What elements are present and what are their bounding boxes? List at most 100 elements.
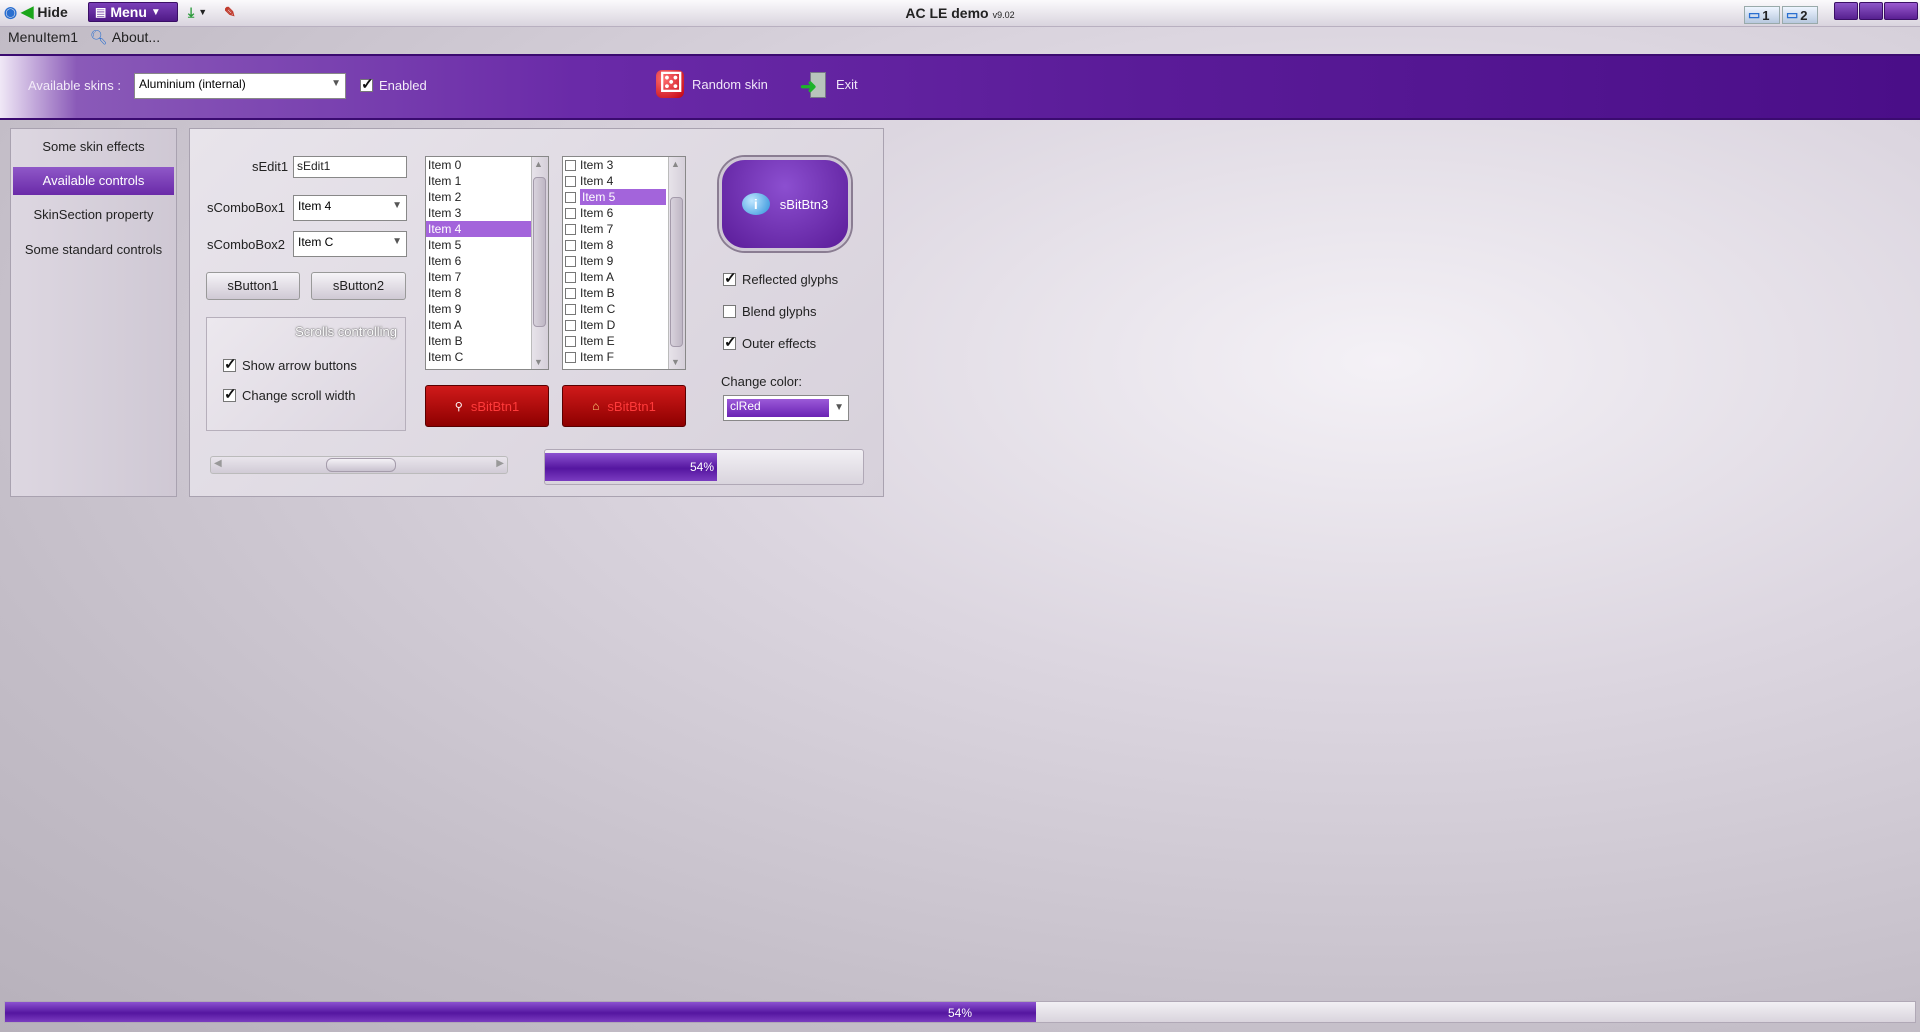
list-item[interactable]: Item A: [426, 317, 548, 333]
nav-item-skinsection-property[interactable]: SkinSection property: [13, 201, 174, 229]
reflected-glyphs-checkbox[interactable]: Reflected glyphs: [723, 269, 839, 287]
horizontal-scrollbar[interactable]: ◀ ▶: [210, 456, 508, 474]
about-menu-item[interactable]: 🔍︎ About...: [90, 29, 160, 46]
monitor-2-button[interactable]: ▭ 2: [1782, 6, 1818, 24]
list-item[interactable]: Item 5: [426, 237, 548, 253]
checklist-item[interactable]: Item 8: [563, 237, 685, 253]
menu-item-1[interactable]: MenuItem1: [8, 29, 78, 45]
checkbox-box[interactable]: [565, 176, 576, 188]
enabled-checkbox[interactable]: Enabled: [360, 75, 427, 93]
scroll-down-icon[interactable]: ▼: [534, 357, 543, 367]
skin-toolbar: Available skins : Aluminium (internal) ▼…: [0, 54, 1920, 120]
checkbox-box[interactable]: [565, 224, 576, 236]
blend-glyphs-label: Blend glyphs: [742, 304, 817, 319]
checklist-item[interactable]: Item F: [563, 349, 685, 365]
scroll-up-icon[interactable]: ▲: [534, 159, 543, 169]
checklist-scrollbar[interactable]: ▲ ▼: [668, 157, 685, 369]
checklist-item-label: Item 4: [580, 174, 614, 188]
checklist-item[interactable]: Item D: [563, 317, 685, 333]
list-item[interactable]: Item 9: [426, 301, 548, 317]
checklist-item[interactable]: Item 6: [563, 205, 685, 221]
status-progress-text: 54%: [948, 1006, 973, 1020]
hscroll-thumb[interactable]: [326, 458, 396, 472]
sbutton1[interactable]: sButton1: [206, 272, 300, 300]
checklist-item[interactable]: Item 3: [563, 157, 685, 173]
scombo1-value: Item 4: [298, 199, 332, 213]
checkbox-box[interactable]: [565, 256, 576, 268]
status-progress-fill: [5, 1002, 1037, 1022]
scombo1-combobox[interactable]: Item 4 ▼: [293, 195, 407, 221]
checklist-item[interactable]: Item 7: [563, 221, 685, 237]
list-item[interactable]: Item 2: [426, 189, 548, 205]
checklist-item[interactable]: Item B: [563, 285, 685, 301]
random-skin-button[interactable]: Random skin: [656, 66, 768, 99]
scroll-thumb[interactable]: [533, 177, 546, 327]
list-item[interactable]: Item B: [426, 333, 548, 349]
list-item[interactable]: Item 3: [426, 205, 548, 221]
list-item[interactable]: Item 1: [426, 173, 548, 189]
checkbox-box[interactable]: [565, 352, 576, 364]
scombo2-combobox[interactable]: Item C ▼: [293, 231, 407, 257]
list-item[interactable]: Item 8: [426, 285, 548, 301]
checklist-item[interactable]: Item 9: [563, 253, 685, 269]
change-scroll-width-checkbox[interactable]: Change scroll width: [223, 385, 355, 403]
minimize-button[interactable]: [1834, 2, 1858, 20]
checklist-item-label: Item 9: [580, 254, 614, 268]
version-label: v9.02: [992, 10, 1015, 20]
show-arrow-buttons-checkbox[interactable]: Show arrow buttons: [223, 355, 357, 373]
scroll-right-icon[interactable]: ▶: [496, 458, 504, 469]
scroll-up-icon[interactable]: ▲: [671, 159, 680, 169]
checkbox-box[interactable]: [565, 272, 576, 284]
maximize-button[interactable]: [1859, 2, 1883, 20]
sbitbtn3-button[interactable]: i sBitBtn3: [719, 157, 851, 251]
magnifier-icon: 🔍︎: [90, 28, 108, 45]
enabled-label: Enabled: [379, 78, 427, 93]
scroll-left-icon[interactable]: ◀: [214, 458, 222, 469]
checkbox-box[interactable]: [565, 336, 576, 348]
list-item[interactable]: Item 4: [426, 221, 548, 237]
sedit1-input[interactable]: sEdit1: [293, 156, 407, 178]
checkbox-box[interactable]: [565, 160, 576, 172]
nav-item-available-controls[interactable]: Available controls: [13, 167, 174, 195]
scroll-down-icon[interactable]: ▼: [671, 357, 680, 367]
checkbox-box[interactable]: [565, 304, 576, 316]
checkbox-box[interactable]: [565, 320, 576, 332]
checkbox-box: [223, 385, 237, 403]
chevron-down-icon: ▼: [392, 236, 402, 247]
scombo2-value: Item C: [298, 235, 334, 249]
sbutton2[interactable]: sButton2: [311, 272, 406, 300]
exit-button[interactable]: ➜ Exit: [800, 70, 858, 98]
listbox-scrollbar[interactable]: ▲ ▼: [531, 157, 548, 369]
checkbox-box[interactable]: [565, 288, 576, 300]
list-item[interactable]: Item 7: [426, 269, 548, 285]
outer-effects-checkbox[interactable]: Outer effects: [723, 333, 816, 351]
reflected-glyphs-label: Reflected glyphs: [742, 272, 839, 287]
checklist-item[interactable]: Item 4: [563, 173, 685, 189]
color-combobox[interactable]: clRed ▼: [723, 395, 849, 421]
scroll-thumb[interactable]: [670, 197, 683, 347]
nav-item-skin-effects[interactable]: Some skin effects: [13, 133, 174, 161]
checklist-item[interactable]: Item A: [563, 269, 685, 285]
checkbox-box[interactable]: [565, 240, 576, 252]
status-progress-bar: 54%: [4, 1001, 1916, 1023]
dice-icon: [656, 66, 684, 99]
monitor-1-button[interactable]: ▭ 1: [1744, 6, 1780, 24]
check-listbox[interactable]: Item 3 Item 4 Item 5 Item 6 Item 7 Item 8 Item…: [562, 156, 686, 370]
skins-combobox-value: Aluminium (internal): [139, 77, 246, 91]
close-button[interactable]: [1884, 2, 1918, 20]
checkbox-box[interactable]: [565, 192, 576, 204]
list-item[interactable]: Item 6: [426, 253, 548, 269]
checklist-item[interactable]: Item E: [563, 333, 685, 349]
sbitbtn1-home-button[interactable]: ⌂ sBitBtn1: [562, 385, 686, 427]
checklist-item[interactable]: Item 5: [563, 189, 685, 205]
list-item[interactable]: Item C: [426, 349, 548, 365]
checkbox-box[interactable]: [565, 208, 576, 220]
sbitbtn1-search-button[interactable]: ⚲ sBitBtn1: [425, 385, 549, 427]
chevron-down-icon: ▼: [331, 78, 341, 89]
nav-item-standard-controls[interactable]: Some standard controls: [13, 236, 174, 264]
checklist-item[interactable]: Item C: [563, 301, 685, 317]
item-listbox[interactable]: Item 0 Item 1 Item 2 Item 3 Item 4 Item 5 Item…: [425, 156, 549, 370]
list-item[interactable]: Item 0: [426, 157, 548, 173]
blend-glyphs-checkbox[interactable]: Blend glyphs: [723, 304, 816, 319]
skins-combobox[interactable]: Aluminium (internal) ▼: [134, 73, 346, 99]
